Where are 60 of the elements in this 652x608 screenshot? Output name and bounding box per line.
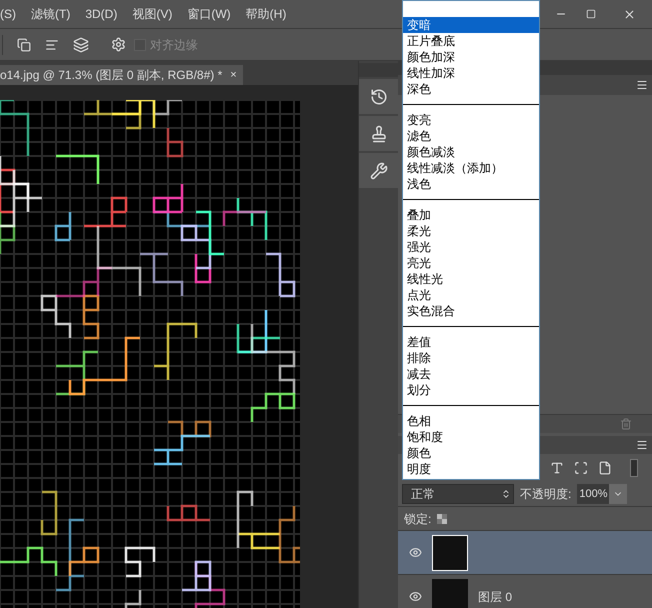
menu-option[interactable]: 浅色 (403, 176, 539, 192)
document-icon[interactable] (598, 461, 612, 475)
menu-option[interactable]: 正片叠底 (403, 33, 539, 49)
text-icon[interactable] (550, 461, 564, 475)
menu-option[interactable]: 变亮 (403, 112, 539, 128)
menu-option[interactable]: 叠加 (403, 207, 539, 223)
menu-option[interactable]: 柔光 (403, 223, 539, 239)
menu-option[interactable]: 线性加深 (403, 65, 539, 81)
transform-icon[interactable] (574, 461, 588, 475)
eye-icon[interactable] (408, 546, 422, 559)
panel-menu-icon[interactable] (636, 79, 648, 91)
filter-toggle[interactable] (630, 459, 638, 477)
menu-option[interactable]: 变暗 (403, 17, 539, 33)
layer-name: 图层 0 (478, 588, 512, 606)
menu-item[interactable]: 帮助(H) (246, 5, 286, 23)
menu-option[interactable]: 深色 (403, 81, 539, 97)
document-tab[interactable]: o14.jpg @ 71.3% (图层 0 副本, RGB/8#) * × (0, 65, 243, 85)
menu-option[interactable]: 差值 (403, 334, 539, 350)
menu-option[interactable]: 滤色 (403, 128, 539, 144)
menu-option[interactable]: 划分 (403, 382, 539, 398)
maximize-icon (586, 9, 596, 19)
close-icon (622, 8, 636, 20)
menu-option[interactable]: 实色混合 (403, 303, 539, 319)
stamp-icon (370, 124, 388, 142)
menu-option[interactable]: 颜色加深 (403, 49, 539, 65)
menu-option[interactable]: 亮光 (403, 255, 539, 271)
menu-option[interactable]: 饱和度 (403, 429, 539, 445)
layer-row[interactable] (398, 531, 652, 575)
menu-option[interactable]: 点光 (403, 287, 539, 303)
opacity-label: 不透明度: (520, 486, 572, 503)
menu-item[interactable]: 窗口(W) (187, 5, 231, 23)
layer-thumbnail (432, 578, 468, 608)
panel-menu-icon[interactable] (636, 439, 648, 451)
dock-button[interactable] (359, 153, 398, 188)
tab-close-button[interactable]: × (230, 66, 237, 84)
menu-option[interactable]: 颜色减淡 (403, 144, 539, 160)
dock-button[interactable] (359, 116, 398, 151)
menu-option[interactable]: 减去 (403, 366, 539, 382)
menu-option[interactable]: 明度 (403, 461, 539, 477)
menu-item[interactable]: (S) (0, 5, 16, 23)
menu-option[interactable]: 排除 (403, 350, 539, 366)
opacity-field[interactable]: 100% (577, 484, 610, 504)
menu-item[interactable]: 滤镜(T) (31, 5, 70, 23)
menu-option[interactable]: 强光 (403, 239, 539, 255)
menu-option[interactable]: 线性减淡（添加） (403, 160, 539, 176)
eye-icon[interactable] (408, 590, 422, 603)
updown-icon (501, 489, 511, 499)
menu-option[interactable]: 颜色 (403, 445, 539, 461)
menu-option[interactable]: 线性光 (403, 271, 539, 287)
wrench-icon (370, 162, 388, 180)
menu-item[interactable]: 视图(V) (132, 5, 172, 23)
lock-label: 锁定: (404, 510, 432, 528)
history-icon (370, 88, 388, 106)
settings-icon[interactable] (111, 37, 126, 52)
dock-button[interactable] (359, 79, 398, 114)
blend-mode-select[interactable]: 正常 (402, 484, 514, 504)
lock-transparency-icon[interactable] (437, 514, 448, 524)
menu-item[interactable]: 3D(D) (85, 5, 118, 23)
menu-option[interactable]: 色相 (403, 413, 539, 429)
layer-thumbnail (432, 534, 468, 570)
